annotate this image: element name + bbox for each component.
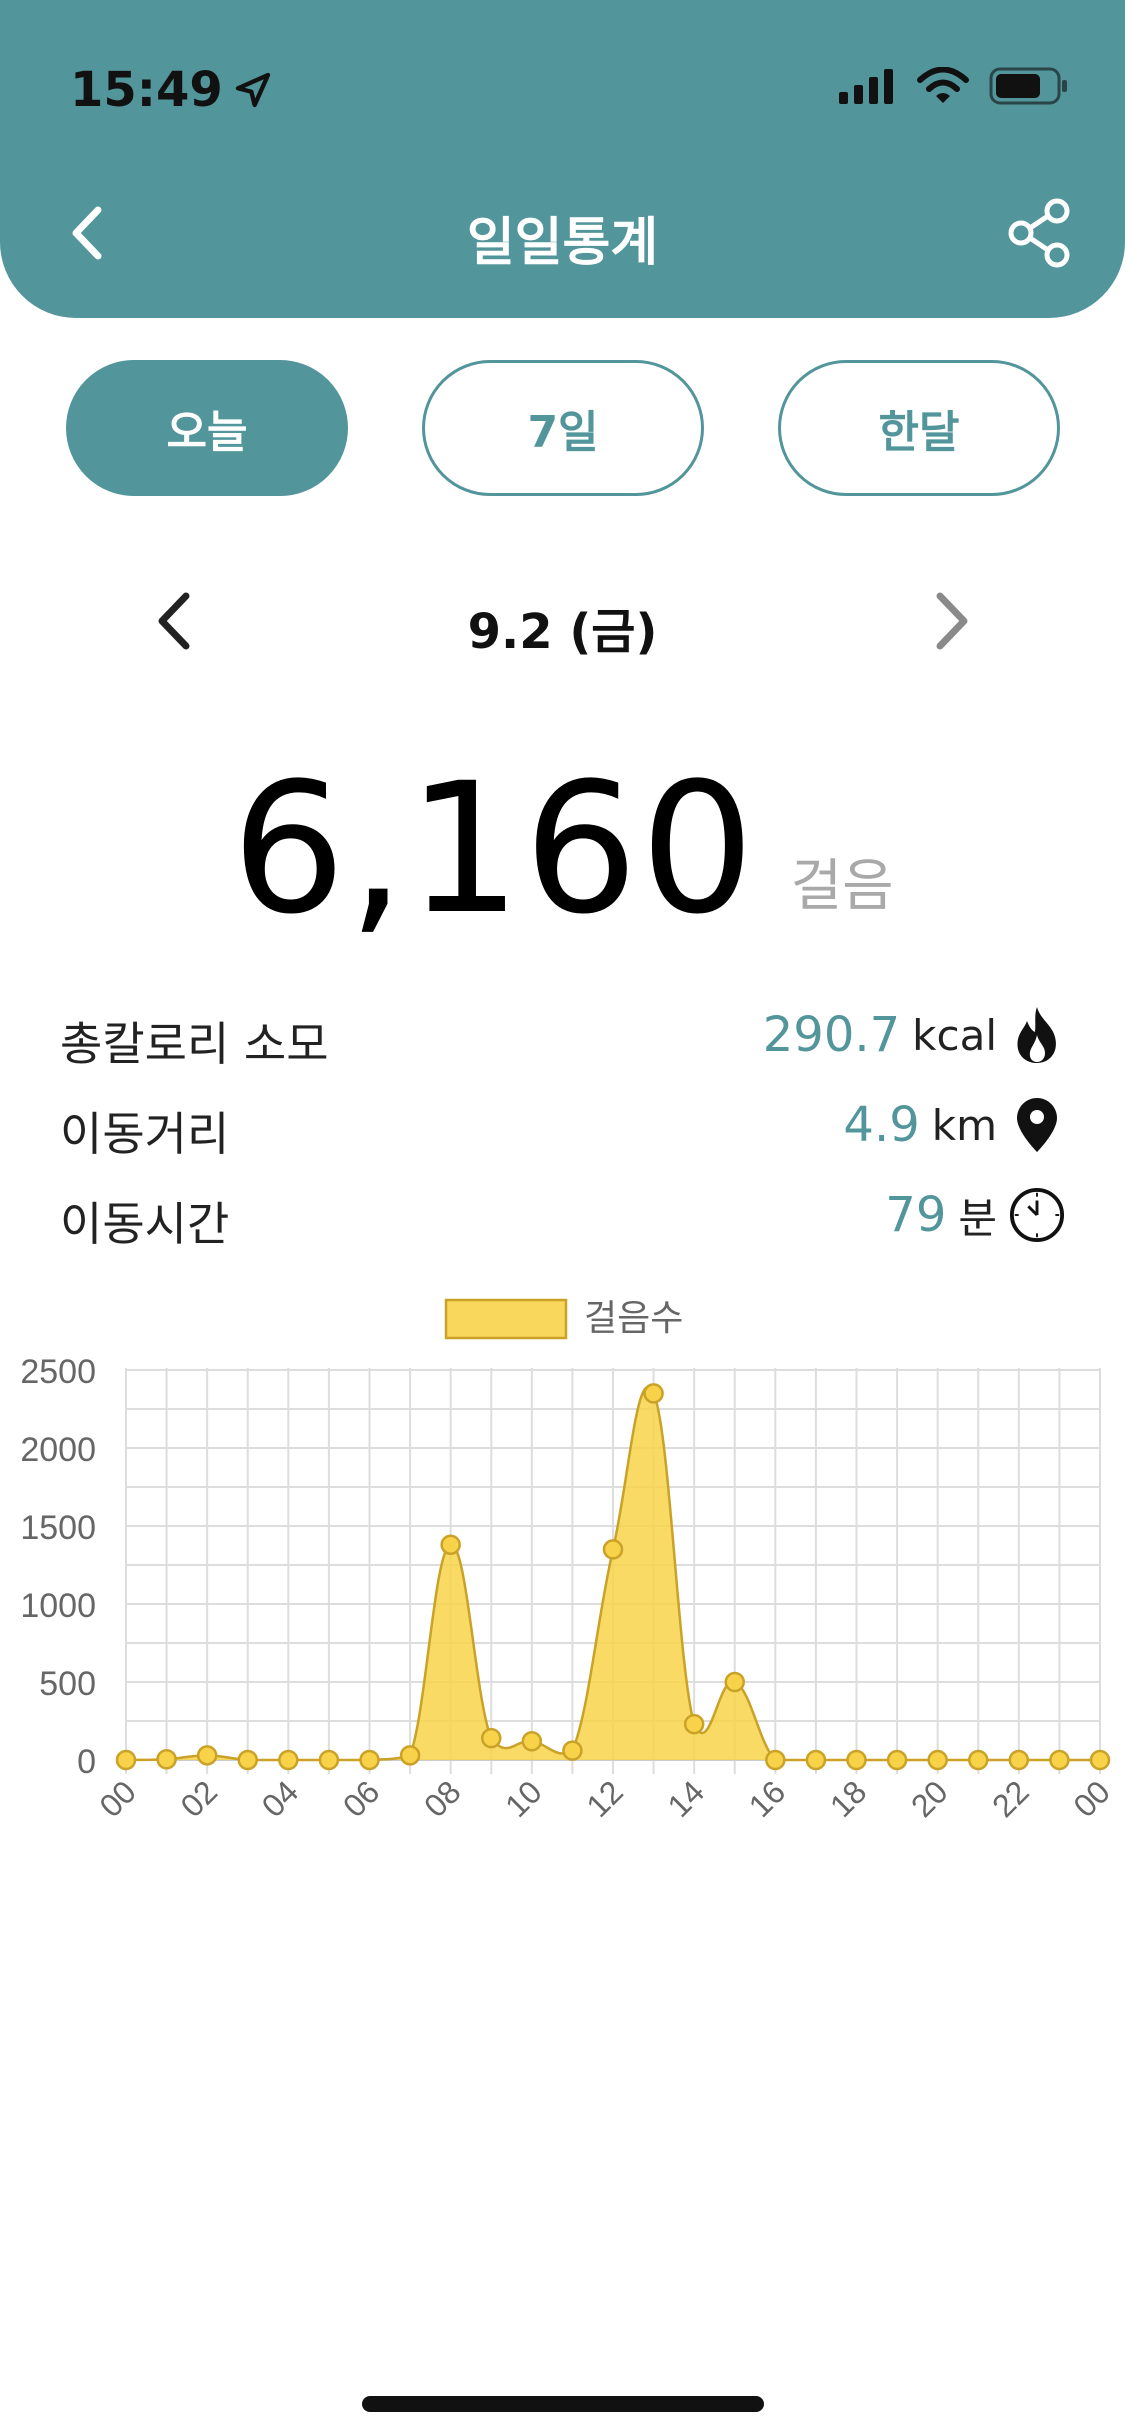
stat-value: 290.7 (762, 1007, 901, 1063)
legend-label: 걸음수 (584, 1298, 683, 1339)
x-tick-label: 20 (904, 1773, 955, 1824)
y-tick-label: 2500 (20, 1353, 96, 1391)
x-tick-label: 00 (92, 1773, 143, 1824)
x-tick-label: 22 (985, 1773, 1036, 1824)
steps-unit: 걸음 (790, 854, 894, 919)
y-tick-label: 1500 (20, 1509, 96, 1547)
stat-unit: kcal (912, 1010, 997, 1060)
x-tick-label: 06 (336, 1773, 387, 1824)
data-point (1049, 1749, 1070, 1771)
stat-label: 총칼로리 소모 (60, 1017, 329, 1071)
stat-value: 4.9 (843, 1097, 920, 1153)
app-header: 15:49 일일통계 (0, 0, 1125, 318)
stat-row-duration: 이동시간 79 분 (60, 1180, 1065, 1251)
x-tick-label: 16 (742, 1773, 793, 1824)
chevron-right-icon (936, 592, 968, 650)
legend-swatch (444, 1298, 568, 1340)
location-pin-icon (1009, 1095, 1065, 1155)
data-point (927, 1749, 948, 1771)
stat-value: 79 (885, 1187, 947, 1243)
share-button[interactable] (1007, 198, 1073, 268)
data-point (765, 1749, 786, 1771)
fire-icon (1009, 1005, 1065, 1065)
x-tick-label: 18 (823, 1773, 874, 1824)
steps-chart: 0 500 1000 1500 2000 2500 00 02 04 06 08 10 12 14 16 18… (0, 1280, 1125, 1840)
period-tabs: 오늘 7일 한달 (66, 360, 1060, 496)
data-point (521, 1731, 543, 1752)
data-point (886, 1749, 908, 1771)
share-icon (1008, 198, 1070, 268)
page-title: 일일통계 (466, 213, 659, 273)
stat-row-calories: 총칼로리 소모 290.7 kcal (60, 1000, 1065, 1071)
data-point (805, 1749, 827, 1771)
status-time-text: 15:49 (70, 62, 223, 118)
x-tick-label: 00 (1066, 1773, 1117, 1824)
data-point (115, 1749, 137, 1771)
wifi-icon (917, 67, 969, 103)
data-point (1008, 1749, 1030, 1771)
tab-today[interactable]: 오늘 (66, 360, 348, 496)
battery-icon (989, 67, 1067, 105)
y-tick-label: 0 (77, 1743, 96, 1781)
x-tick-label: 10 (498, 1773, 549, 1824)
steps-summary: 6,160 걸음 (0, 760, 1125, 940)
home-indicator[interactable] (362, 2396, 764, 2412)
stat-label: 이동거리 (60, 1107, 230, 1161)
x-tick-label: 12 (579, 1773, 630, 1824)
data-point (1089, 1749, 1111, 1771)
y-tick-label: 500 (39, 1665, 96, 1703)
data-point (156, 1748, 177, 1770)
y-tick-label: 1000 (20, 1587, 96, 1625)
data-point (724, 1671, 745, 1693)
next-date-button[interactable] (926, 588, 976, 654)
tab-7days[interactable]: 7일 (422, 360, 704, 496)
date-navigation: 9.2 (금) (0, 580, 1125, 660)
stat-label: 이동시간 (60, 1197, 230, 1251)
data-point (318, 1749, 340, 1771)
stat-row-distance: 이동거리 4.9 km (60, 1090, 1065, 1161)
data-point (602, 1539, 624, 1560)
y-tick-label: 2000 (20, 1431, 96, 1469)
data-point (846, 1749, 867, 1771)
steps-chart-svg: 0500100015002000250000 02 04 06 08 10 12 14 16 18… (20, 1298, 1117, 1824)
data-point (643, 1383, 664, 1404)
data-point (196, 1745, 218, 1766)
data-point (399, 1745, 421, 1766)
data-point (237, 1749, 258, 1771)
stat-unit: 분 (958, 1193, 997, 1243)
data-point (562, 1740, 583, 1761)
x-tick-label: 08 (417, 1773, 468, 1824)
x-tick-label: 04 (255, 1773, 306, 1824)
clock-icon (1009, 1185, 1065, 1245)
steps-value: 6,160 (231, 745, 757, 954)
signal-icon (839, 69, 893, 104)
stat-unit: km (931, 1100, 997, 1150)
data-point (278, 1749, 299, 1771)
x-tick-label: 14 (660, 1773, 711, 1824)
status-icons (837, 66, 1069, 106)
data-point (359, 1749, 380, 1771)
data-point (481, 1727, 502, 1749)
data-point (440, 1534, 461, 1555)
data-point (683, 1713, 705, 1735)
status-time: 15:49 (70, 62, 273, 118)
location-arrow-icon (235, 72, 270, 108)
x-tick-label: 02 (173, 1773, 224, 1824)
tab-month[interactable]: 한달 (778, 360, 1060, 496)
data-point (968, 1749, 989, 1771)
